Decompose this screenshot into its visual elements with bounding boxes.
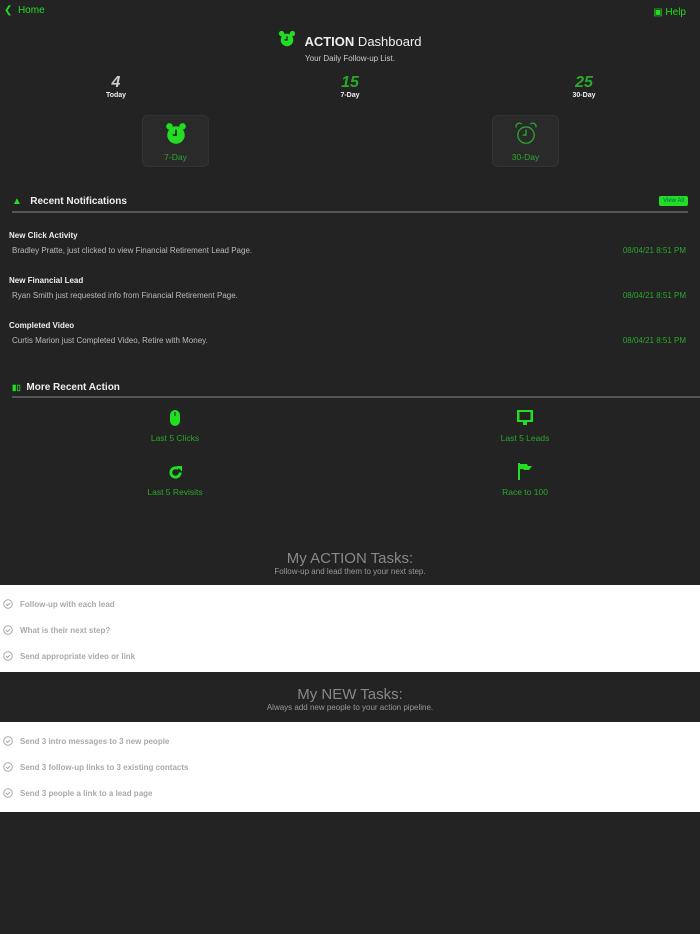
mouse-icon [170, 410, 180, 426]
check-circle-icon [3, 651, 13, 661]
notifications-heading: ▲ Recent Notifications [12, 196, 127, 207]
notification-text: Curtis Marion just Completed Video, Reti… [12, 336, 208, 345]
chevron-left-icon: ❮ [4, 5, 13, 16]
home-back-link[interactable]: ❮ Home [4, 5, 45, 16]
monitor-icon [517, 410, 533, 425]
refresh-icon [168, 465, 182, 479]
bell-icon: ▲ [12, 196, 22, 207]
stat-today: 4 Today [105, 74, 127, 99]
check-circle-icon [3, 736, 13, 746]
notification-text: Ryan Smith just requested info from Fina… [12, 291, 238, 300]
alarm-clock-icon [279, 30, 296, 47]
notification-date: 08/04/21 8:51 PM [622, 336, 686, 345]
check-circle-icon [3, 625, 13, 635]
stat-30-day: 25 30-Day [572, 74, 596, 99]
last-5-clicks-button[interactable]: Last 5 Clicks [115, 410, 235, 443]
task-item[interactable]: Send 3 people a link to a lead page [0, 780, 700, 806]
check-circle-icon [3, 762, 13, 772]
new-tasks-header: My NEW Tasks: Always add new people to yo… [266, 686, 434, 712]
action-tasks-list: Follow-up with each lead What is their n… [0, 585, 700, 672]
divider [12, 211, 688, 213]
notification-date: 08/04/21 8:51 PM [622, 246, 686, 255]
page-subtitle: Your Daily Follow-up List. [305, 54, 395, 63]
notification-title: New Click Activity [9, 231, 78, 240]
check-circle-icon [3, 788, 13, 798]
bar-chart-icon: ▮▯ [12, 383, 21, 392]
help-link[interactable]: ▣ Help [653, 7, 686, 18]
new-tasks-list: Send 3 intro messages to 3 new people Se… [0, 722, 700, 812]
check-circle-icon [3, 599, 13, 609]
task-item[interactable]: Send 3 intro messages to 3 new people [0, 728, 700, 754]
stat-7-day: 15 7-Day [340, 74, 360, 99]
task-item[interactable]: Follow-up with each lead [0, 591, 700, 617]
card-7-day[interactable]: 7-Day [142, 115, 209, 167]
race-to-100-button[interactable]: Race to 100 [465, 463, 585, 497]
more-action-heading: ▮▯ More Recent Action [12, 382, 120, 393]
flag-icon [518, 463, 532, 480]
notification-title: New Financial Lead [9, 276, 84, 285]
task-item[interactable]: What is their next step? [0, 617, 700, 643]
last-5-revisits-button[interactable]: Last 5 Revisits [115, 465, 235, 497]
view-all-button[interactable]: View All [659, 196, 688, 206]
divider [12, 396, 700, 398]
task-item[interactable]: Send appropriate video or link [0, 643, 700, 669]
page-title: ACTION Dashboard [0, 30, 700, 49]
card-30-day[interactable]: 30-Day [492, 115, 559, 167]
task-item[interactable]: Send 3 follow-up links to 3 existing con… [0, 754, 700, 780]
help-icon: ▣ [653, 7, 663, 18]
notification-text: Bradley Pratte, just clicked to view Fin… [12, 246, 253, 255]
alarm-clock-outline-icon [514, 122, 537, 144]
notification-date: 08/04/21 8:51 PM [622, 291, 686, 300]
action-tasks-header: My ACTION Tasks: Follow-up and lead them … [274, 550, 426, 576]
last-5-leads-button[interactable]: Last 5 Leads [465, 410, 585, 443]
notification-title: Completed Video [9, 321, 75, 330]
alarm-clock-icon [165, 123, 186, 144]
